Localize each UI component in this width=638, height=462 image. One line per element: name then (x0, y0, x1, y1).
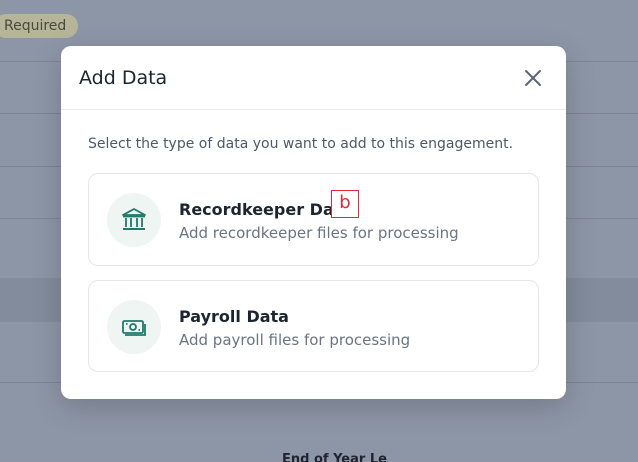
money-icon (122, 320, 146, 336)
close-button[interactable] (522, 67, 544, 89)
modal-title: Add Data (79, 67, 168, 89)
status-badge: Required (0, 14, 79, 38)
modal-description: Select the type of data you want to add … (88, 136, 514, 152)
modal-header: Add Data (61, 46, 566, 110)
payroll-data-option[interactable]: Payroll Data Add payroll files for proce… (88, 280, 539, 372)
background-heading: End of Year Le (282, 452, 387, 462)
icon-container (107, 300, 161, 354)
add-data-modal: Add Data Select the type of data you wan… (61, 46, 566, 399)
icon-container (107, 193, 161, 247)
close-icon (525, 70, 541, 86)
option-subtitle: Add payroll files for processing (179, 331, 411, 349)
option-title: Payroll Data (179, 307, 289, 326)
annotation-marker: b (331, 190, 359, 218)
bank-icon (122, 208, 146, 230)
recordkeeper-data-option[interactable]: Recordkeeper Data b Add recordkeeper fil… (88, 173, 539, 266)
option-subtitle: Add recordkeeper files for processing (179, 224, 459, 242)
option-title: Recordkeeper Data (179, 200, 353, 219)
